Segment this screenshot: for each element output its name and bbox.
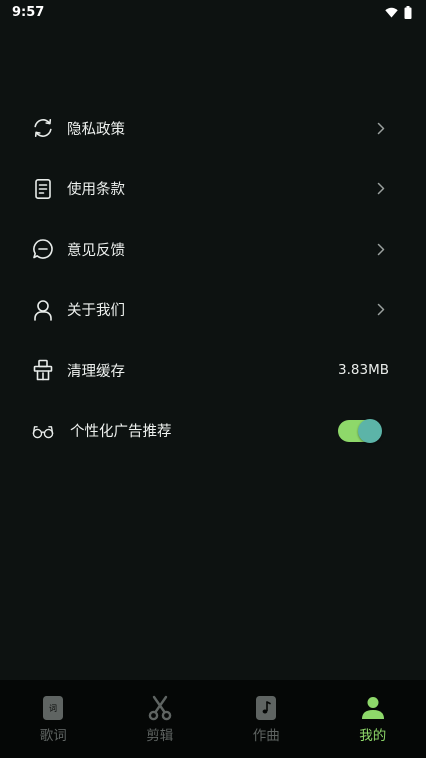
tab-edit-label: 剪辑: [146, 728, 174, 744]
chevron-right-icon: [376, 303, 386, 317]
battery-icon: [404, 5, 412, 19]
scissors-icon: [147, 695, 173, 721]
about-us-label: 关于我们: [67, 303, 125, 320]
profile-icon: [360, 695, 386, 721]
chevron-right-icon: [376, 242, 386, 256]
about-us-row[interactable]: 关于我们: [0, 280, 426, 341]
tab-compose-label: 作曲: [252, 728, 280, 744]
lyrics-icon: 词: [40, 695, 66, 721]
toggle-knob: [358, 418, 382, 443]
document-icon: [32, 178, 54, 200]
cache-size-value: 3.83MB: [338, 362, 389, 379]
settings-list: 隐私政策 使用条款 意见反馈 关于我们 清理缓存 3.83MB 个性化广告推荐: [0, 98, 426, 461]
tab-edit[interactable]: 剪辑: [107, 680, 214, 758]
terms-of-use-label: 使用条款: [67, 182, 125, 199]
personalized-ads-row: 个性化广告推荐: [0, 401, 426, 462]
tab-compose[interactable]: 作曲: [213, 680, 320, 758]
chevron-right-icon: [376, 121, 386, 135]
broom-icon: [32, 359, 54, 381]
privacy-policy-label: 隐私政策: [67, 121, 125, 138]
chat-bubble-icon: [32, 238, 54, 260]
bottom-tab-bar: 词 歌词 剪辑 作曲 我的: [0, 680, 426, 758]
wifi-icon: [385, 7, 398, 17]
tab-profile-label: 我的: [359, 728, 387, 744]
clear-cache-row[interactable]: 清理缓存 3.83MB: [0, 340, 426, 401]
glasses-icon: [32, 420, 54, 442]
feedback-row[interactable]: 意见反馈: [0, 219, 426, 280]
tab-lyrics-label: 歌词: [39, 728, 67, 744]
terms-of-use-row[interactable]: 使用条款: [0, 159, 426, 220]
sync-icon: [32, 117, 54, 139]
privacy-policy-row[interactable]: 隐私政策: [0, 98, 426, 159]
chevron-right-icon: [376, 182, 386, 196]
status-bar: 9:57: [0, 0, 426, 24]
personalized-ads-toggle[interactable]: [338, 418, 382, 443]
tab-lyrics[interactable]: 词 歌词: [0, 680, 107, 758]
status-time: 9:57: [12, 4, 45, 20]
compose-icon: [253, 695, 279, 721]
tab-profile[interactable]: 我的: [320, 680, 426, 758]
user-icon: [32, 299, 54, 321]
clear-cache-label: 清理缓存: [67, 363, 125, 380]
feedback-label: 意见反馈: [67, 242, 125, 259]
svg-text:词: 词: [49, 704, 57, 713]
status-icons: [385, 5, 412, 19]
